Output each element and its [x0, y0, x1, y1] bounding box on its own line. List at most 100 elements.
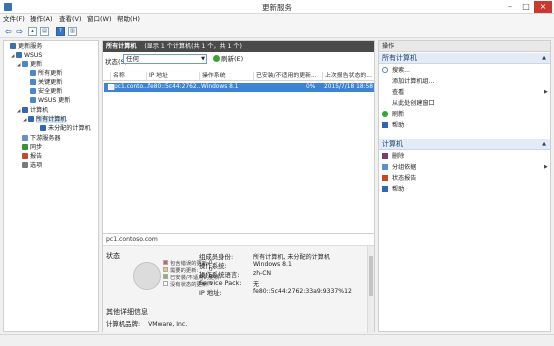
other-details-heading: 其他详细信息	[106, 308, 148, 316]
pane-header: 所有计算机 (显示 1 个计算机(共 1 个，共 1 个)	[103, 41, 374, 52]
legend-swatch	[163, 267, 168, 272]
legend-swatch	[163, 281, 168, 286]
action-help[interactable]: 帮助	[382, 121, 404, 130]
tree-item-synchronizations[interactable]: 同步	[17, 144, 42, 152]
action-search[interactable]: 搜索...	[382, 66, 410, 75]
menu-help[interactable]: 帮助(H)	[117, 15, 140, 24]
cell-ip: fe80::5c44:2762...	[148, 84, 200, 90]
minimize-button[interactable]: –	[502, 1, 518, 13]
tree-item-unassigned-computers[interactable]: 未分配的计算机	[35, 125, 91, 133]
info-label-ip: IP 地址:	[199, 289, 222, 297]
window-title: 更新服务	[262, 3, 292, 12]
options-icon	[22, 162, 28, 168]
info-value-os-language: zh-CN	[253, 270, 272, 277]
action-refresh[interactable]: 刷新	[382, 110, 404, 119]
tree-item-updates[interactable]: ◢ 更新	[17, 61, 42, 69]
tree-item-update-services[interactable]: 更新服务	[5, 43, 42, 51]
reports-icon	[22, 153, 28, 159]
status-report-icon	[382, 175, 388, 181]
back-arrow-icon[interactable]: ⇦	[4, 27, 13, 36]
details-scrollbar[interactable]	[367, 246, 374, 333]
other-details-row: 计算机品牌: VMware, Inc.	[106, 319, 187, 328]
updates-icon	[22, 61, 28, 67]
collapse-icon: ▲	[542, 141, 546, 147]
add-group-icon	[382, 78, 388, 84]
computers-icon	[22, 107, 28, 113]
info-label-os: 操作系统:	[199, 262, 227, 270]
column-header-os[interactable]: 操作系统	[199, 72, 253, 80]
tree-item-computers[interactable]: ◢ 计算机	[17, 107, 48, 115]
action-new-window[interactable]: 从此处创建窗口	[382, 99, 435, 108]
tree-item-wsus-updates[interactable]: WSUS 更新	[25, 97, 70, 105]
scrollbar-thumb[interactable]	[369, 256, 373, 296]
grid-header: 名称 IP 地址 操作系统 已安装/不适用的更新... 上次报告状态的...	[103, 71, 374, 81]
column-header-name[interactable]: 名称	[110, 72, 146, 80]
column-header-installed[interactable]: 已安装/不适用的更新...	[253, 72, 322, 80]
tree-item-security-updates[interactable]: 安全更新	[25, 88, 62, 96]
maximize-button[interactable]: □	[518, 1, 534, 13]
action-add-computer-group[interactable]: 添加计算机组...	[382, 77, 434, 86]
update-list-icon	[30, 97, 36, 103]
menu-action[interactable]: 操作(A)	[30, 15, 53, 24]
computer-group-icon	[28, 116, 34, 122]
tree-item-reports[interactable]: 报告	[17, 153, 42, 161]
delete-icon	[382, 153, 388, 159]
action-help-computer[interactable]: 帮助	[382, 185, 404, 194]
up-level-icon[interactable]: ▴	[28, 27, 37, 36]
section-all-computers[interactable]: 所有计算机 ▲	[379, 53, 550, 64]
pane-subtitle: (显示 1 个计算机(共 1 个，共 1 个)	[144, 43, 242, 50]
info-value-ip: fe80::5c44:2762:33a9:9337%12	[253, 288, 352, 295]
menu-view[interactable]: 查看(V)	[59, 15, 82, 24]
computer-make-value: VMware, Inc.	[148, 321, 188, 328]
tree-item-all-updates[interactable]: 所有更新	[25, 70, 62, 78]
tree-item-wsus[interactable]: ◢ WSUS	[11, 52, 42, 60]
tree-item-downstream-servers[interactable]: 下游服务器	[17, 135, 60, 143]
cell-installed-pct: 0%	[306, 84, 316, 90]
table-row[interactable]: pc1.conto... fe80::5c44:2762... Windows …	[104, 83, 374, 92]
legend-swatch	[163, 260, 168, 265]
update-list-icon	[30, 88, 36, 94]
close-button[interactable]: ×	[534, 1, 552, 13]
navigation-tree: 更新服务 ◢ WSUS ◢ 更新 所有更新 关键更新 安全更新 WSUS 更新 ◢ 计…	[3, 40, 99, 332]
show-action-pane-icon[interactable]: ▥	[68, 27, 77, 36]
refresh-button[interactable]: 刷新(E)	[213, 55, 243, 64]
info-label-membership: 组成员身份:	[199, 253, 234, 261]
forward-arrow-icon[interactable]: ⇨	[15, 27, 24, 36]
menu-window[interactable]: 窗口(W)	[87, 15, 112, 24]
cell-os: Windows 8.1	[201, 84, 239, 90]
computers-pane: 所有计算机 (显示 1 个计算机(共 1 个，共 1 个) 状态(S): 任何 …	[102, 40, 375, 333]
column-header-ip[interactable]: IP 地址	[146, 72, 199, 80]
update-list-icon	[30, 79, 36, 85]
status-pie-chart	[133, 262, 161, 290]
menu-file[interactable]: 文件(F)	[3, 15, 25, 24]
collapse-icon: ▲	[542, 55, 546, 61]
action-delete[interactable]: 删除	[382, 152, 404, 161]
section-computer[interactable]: 计算机 ▲	[379, 139, 550, 150]
action-view[interactable]: 查看 ▶	[382, 88, 550, 97]
tree-item-options[interactable]: 选项	[17, 162, 42, 170]
refresh-icon	[382, 111, 388, 117]
downstream-servers-icon	[22, 135, 28, 141]
tree-item-critical-updates[interactable]: 关键更新	[25, 79, 62, 87]
info-value-membership: 所有计算机, 未分配的计算机	[253, 254, 330, 261]
info-label-service-pack: Service Pack:	[199, 279, 242, 287]
tree-item-all-computers[interactable]: ◢ 所有计算机	[23, 116, 67, 124]
action-status-report[interactable]: 状态报告	[382, 174, 416, 183]
sync-icon	[22, 144, 28, 150]
column-header-last-report[interactable]: 上次报告状态的...	[322, 72, 374, 80]
action-group-by[interactable]: 分组依据 ▶	[382, 163, 550, 172]
refresh-icon	[213, 55, 220, 62]
status-heading: 状态	[106, 252, 120, 260]
server-icon	[16, 52, 22, 58]
show-tree-icon[interactable]: ▤	[40, 27, 49, 36]
menu-bar: 文件(F) 操作(A) 查看(V) 窗口(W) 帮助(H)	[0, 14, 554, 25]
group-by-icon	[382, 164, 388, 170]
details-body: 状态 包含错误的更新: 0 需要的更新: 0 已安装/不适用的更新: 0 没有状…	[103, 245, 374, 333]
filter-row: 状态(S): 任何 ▼ 刷新(E)	[103, 53, 374, 66]
help-toolbar-icon[interactable]: ?	[56, 27, 65, 36]
legend-swatch	[163, 274, 168, 279]
title-bar: 更新服务 – □ ×	[0, 0, 554, 14]
info-value-os: Windows 8.1	[253, 261, 292, 268]
details-pane: pc1.contoso.com 状态 包含错误的更新: 0 需要的更新: 0 已…	[103, 233, 374, 333]
status-filter-select[interactable]: 任何 ▼	[123, 54, 207, 64]
